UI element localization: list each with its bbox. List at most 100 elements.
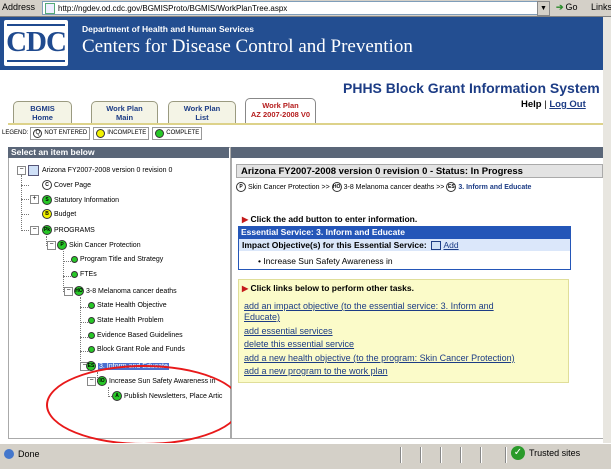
add-icon[interactable] — [431, 241, 442, 251]
add-impact-link[interactable]: Add — [443, 240, 458, 250]
breadcrumb-item[interactable]: 3-8 Melanoma cancer deaths — [344, 184, 435, 191]
collapse-toggle[interactable]: − — [47, 241, 56, 250]
add-essential-services-link[interactable]: add essential services — [244, 326, 333, 336]
incomplete-icon — [96, 128, 106, 138]
url-field[interactable]: http://ngdev.od.cdc.gov/BGMISProto/BGMIS… — [42, 1, 538, 15]
tree-item-state-health-objective[interactable]: State Health Objective — [88, 302, 167, 309]
tree-item-statutory[interactable]: S Statutory Information — [42, 195, 119, 205]
add-impact-objective-link-cont[interactable]: Educate) — [244, 312, 280, 322]
chevron-down-icon[interactable]: ▼ — [537, 1, 550, 16]
health-objective-badge-icon: HO — [331, 182, 342, 193]
tree-item-health-objective[interactable]: HO 3-8 Melanoma cancer deaths — [74, 286, 177, 296]
tab-line1: BGMIS — [30, 104, 55, 113]
essential-service-bar: Essential Service: 3. Inform and Educate — [238, 226, 571, 238]
tree-item-guidelines[interactable]: Evidence Based Guidelines — [88, 332, 183, 339]
tab-line1: Work Plan — [106, 104, 143, 113]
tree-item-label: Arizona FY2007-2008 version 0 revision 0 — [42, 167, 173, 174]
tree-item-program[interactable]: P Skin Cancer Protection — [57, 240, 141, 250]
agency-name: Centers for Disease Control and Preventi… — [82, 36, 413, 57]
tree-item-label: Statutory Information — [54, 196, 119, 204]
logout-link[interactable]: Log Out — [549, 99, 585, 110]
department-name: Department of Health and Human Services — [82, 24, 254, 34]
legend-not-entered: Q NOT ENTERED — [30, 126, 91, 140]
status-dot-icon — [71, 256, 78, 263]
collapse-toggle[interactable]: − — [17, 166, 26, 175]
document-icon — [28, 165, 39, 176]
tab-work-plan-main[interactable]: Work Plan Main — [91, 101, 158, 123]
status-circle-icon: B — [42, 209, 52, 219]
tasks-hint-text: Click links below to perform other tasks… — [250, 283, 414, 293]
add-program-link[interactable]: add a new program to the work plan — [244, 366, 388, 376]
impact-objective-item: • Increase Sun Safety Awareness in — [258, 256, 393, 266]
tree-item-budget[interactable]: B Budget — [42, 209, 76, 219]
tree-item-cover-page[interactable]: C Cover Page — [42, 180, 91, 190]
status-dot-icon — [71, 271, 78, 278]
tab-bgmis-home[interactable]: BGMIS Home — [13, 101, 72, 123]
breadcrumb-separator: >> — [321, 184, 330, 191]
tree-item-label: Cover Page — [54, 181, 91, 189]
es-value: 3. Inform and Educate — [316, 227, 405, 237]
system-title: PHHS Block Grant Information System — [343, 80, 600, 96]
tree-item-label: Block Grant Role and Funds — [97, 346, 185, 353]
tree-item-ftes[interactable]: FTEs — [71, 271, 97, 278]
status-circle-icon: S — [42, 195, 52, 205]
security-zone[interactable]: ✓ Trusted sites — [511, 446, 580, 460]
tab-line2: Home — [32, 113, 53, 122]
tree-item-program-title[interactable]: Program Title and Strategy — [71, 256, 163, 263]
cdc-logo[interactable]: CDC — [4, 20, 68, 66]
add-health-objective-link[interactable]: add a new health objective (to the progr… — [244, 353, 515, 363]
tree-item-programs[interactable]: Pk PROGRAMS — [42, 225, 95, 235]
collapse-toggle[interactable]: − — [30, 226, 39, 235]
tab-line2: List — [195, 113, 209, 122]
cdc-logo-text: CDC — [6, 26, 67, 58]
vertical-scrollbar[interactable] — [603, 17, 611, 443]
status-dot-icon — [88, 332, 95, 339]
tab-line1: Work Plan — [183, 104, 221, 113]
not-entered-icon: Q — [33, 128, 43, 138]
go-button[interactable]: ➔ Go — [556, 1, 578, 14]
tree-item-workplan[interactable]: Arizona FY2007-2008 version 0 revision 0 — [28, 165, 172, 176]
red-arrow-icon: ▶ — [242, 215, 249, 224]
collapse-toggle[interactable]: − — [64, 287, 73, 296]
es-label: Essential Service: — [241, 227, 314, 237]
workplan-title: Arizona FY2007-2008 version 0 revision 0… — [236, 164, 603, 178]
legend-incomplete: INCOMPLETE — [93, 126, 150, 140]
zone-label: Trusted sites — [529, 448, 581, 458]
tab-work-plan-list[interactable]: Work Plan List — [168, 101, 236, 123]
program-badge-icon: P — [236, 182, 246, 193]
legend-complete-label: COMPLETE — [166, 130, 200, 136]
impact-objective-text: Increase Sun Safety Awareness in — [263, 256, 393, 266]
checkmark-icon: ✓ — [511, 446, 525, 460]
go-arrow-icon: ➔ — [556, 2, 564, 12]
breadcrumb-item[interactable]: Skin Cancer Protection — [248, 184, 320, 191]
tree-item-label: PROGRAMS — [54, 226, 95, 234]
add-hint-text: Click the add button to enter informatio… — [250, 214, 418, 224]
tree-item-label: Evidence Based Guidelines — [97, 332, 183, 339]
separator: | — [544, 99, 547, 110]
tree-item-label: FTEs — [80, 271, 97, 278]
links-button[interactable]: Links — [591, 2, 611, 12]
tree-item-label: 3-8 Melanoma cancer deaths — [86, 287, 177, 295]
delete-essential-service-link[interactable]: delete this essential service — [244, 339, 354, 349]
add-hint: ▶ Click the add button to enter informat… — [242, 214, 417, 224]
legend-complete: COMPLETE — [152, 126, 203, 140]
breadcrumb-current: 3. Inform and Educate — [458, 184, 532, 191]
tab-work-plan-az[interactable]: Work Plan AZ 2007-2008 V0 — [245, 98, 316, 124]
legend-not-entered-label: NOT ENTERED — [44, 130, 88, 136]
status-circle-icon: HO — [74, 286, 84, 296]
address-label: Address — [2, 2, 36, 12]
tab-line2: AZ 2007-2008 V0 — [250, 110, 311, 119]
add-impact-objective-link[interactable]: add an impact objective (to the essentia… — [244, 301, 494, 311]
tree-item-block-grant-role[interactable]: Block Grant Role and Funds — [88, 346, 185, 353]
tree-item-label: Program Title and Strategy — [80, 256, 164, 263]
tab-underline — [8, 123, 608, 125]
tree-item-label: State Health Problem — [97, 317, 164, 324]
tab-line1: Work Plan — [262, 101, 299, 110]
tree-item-state-health-problem[interactable]: State Health Problem — [88, 317, 164, 324]
go-label: Go — [565, 2, 578, 12]
help-logout-row: Help | Log Out — [521, 99, 586, 110]
help-link[interactable]: Help — [521, 99, 542, 110]
breadcrumb-separator: >> — [436, 184, 445, 191]
expand-toggle[interactable]: + — [30, 195, 39, 204]
page-icon — [45, 2, 55, 14]
